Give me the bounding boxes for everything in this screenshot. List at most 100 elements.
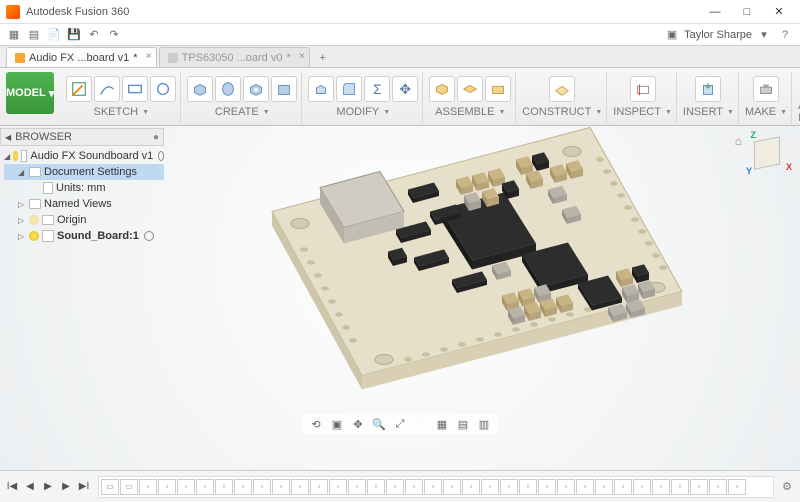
timeline-feature[interactable]: ▫ [614,479,632,495]
timeline-feature[interactable]: ▫ [177,479,195,495]
apps-grid-icon[interactable]: ▦ [6,27,22,43]
joint-button[interactable] [457,76,483,102]
move-button[interactable]: ✥ [392,76,418,102]
display-settings-icon[interactable]: ▦ [433,416,451,432]
timeline-feature[interactable]: ▫ [557,479,575,495]
timeline-settings-icon[interactable]: ⚙ [778,478,796,496]
timeline-feature[interactable]: ▭ [101,479,119,495]
box-button[interactable] [271,76,297,102]
timeline-feature[interactable]: ▫ [234,479,252,495]
tab-close-icon[interactable]: × [299,51,305,62]
timeline-feature[interactable]: ▫ [671,479,689,495]
line-tool-button[interactable] [94,76,120,102]
undo-icon[interactable]: ↶ [86,27,102,43]
radio-icon[interactable] [144,231,154,241]
timeline-feature[interactable]: ▫ [500,479,518,495]
user-menu-chevron[interactable]: ▾ [756,27,772,43]
document-tab-active[interactable]: Audio FX ...board v1* × [6,47,157,67]
zoom-icon[interactable]: 🔍 [370,416,388,432]
insert-button[interactable] [695,76,721,102]
timeline-feature[interactable]: ▫ [462,479,480,495]
timeline-feature[interactable]: ▫ [272,479,290,495]
revolve-button[interactable] [215,76,241,102]
help-icon[interactable]: ? [776,29,794,41]
extrude-button[interactable] [187,76,213,102]
timeline-feature[interactable]: ▫ [652,479,670,495]
timeline-feature[interactable]: ▫ [158,479,176,495]
fit-icon[interactable]: ⤢ [391,416,409,432]
browser-header[interactable]: ◀ BROWSER ● [0,128,164,146]
home-view-icon[interactable]: ⌂ [735,134,742,148]
tab-close-icon[interactable]: × [146,51,152,62]
rectangle-tool-button[interactable] [122,76,148,102]
press-pull-button[interactable] [308,76,334,102]
view-cube[interactable]: Z X Y [746,132,790,176]
timeline-feature[interactable]: ▫ [196,479,214,495]
window-maximize-button[interactable]: □ [732,1,762,23]
circle-tool-button[interactable] [150,76,176,102]
orbit-icon[interactable]: ⟲ [307,416,325,432]
workspace-switcher[interactable]: MODEL▾ [6,72,54,114]
timeline-feature[interactable]: ▫ [291,479,309,495]
timeline-feature[interactable]: ▫ [538,479,556,495]
measure-button[interactable]: Σ [364,76,390,102]
timeline-feature[interactable]: ▫ [215,479,233,495]
viewport-layout-icon[interactable]: ▥ [475,416,493,432]
inspect-button[interactable] [630,76,656,102]
construct-plane-button[interactable] [549,76,575,102]
timeline-feature[interactable]: ▫ [595,479,613,495]
timeline-feature[interactable]: ▫ [690,479,708,495]
pan-icon[interactable]: ✥ [349,416,367,432]
timeline-feature[interactable]: ▫ [386,479,404,495]
make-button[interactable] [753,76,779,102]
redo-icon[interactable]: ↷ [106,27,122,43]
timeline-feature[interactable]: ▫ [481,479,499,495]
grid-settings-icon[interactable]: ▤ [454,416,472,432]
timeline-feature[interactable]: ▫ [367,479,385,495]
timeline-back-button[interactable]: ◀ [22,479,38,495]
new-component-button[interactable] [429,76,455,102]
look-at-icon[interactable]: ▣ [328,416,346,432]
timeline-feature[interactable]: ▫ [576,479,594,495]
timeline-strip[interactable]: ▭▭▫▫▫▫▫▫▫▫▫▫▫▫▫▫▫▫▫▫▫▫▫▫▫▫▫▫▫▫▫▫▫▫ [98,476,774,498]
window-minimize-button[interactable]: — [700,1,730,23]
timeline-fwd-button[interactable]: ▶ [58,479,74,495]
timeline-start-button[interactable]: I◀ [4,479,20,495]
timeline-feature[interactable]: ▫ [329,479,347,495]
timeline-feature[interactable]: ▫ [709,479,727,495]
tree-named-views[interactable]: ▷ Named Views [4,196,164,212]
fillet-button[interactable] [336,76,362,102]
file-menu-icon[interactable]: 📄 [46,27,62,43]
ribbon-group-construct: CONSTRUCT▼ [518,72,607,124]
as-built-joint-button[interactable] [485,76,511,102]
timeline-feature[interactable]: ▫ [253,479,271,495]
data-panel-icon[interactable]: ▤ [26,27,42,43]
ribbon-toolbar: MODEL▾ SKETCH▼ CREATE▼ Σ ✥ MODIFY▼ [0,68,800,126]
save-icon[interactable]: 💾 [66,27,82,43]
timeline-feature[interactable]: ▫ [633,479,651,495]
timeline-feature[interactable]: ▫ [728,479,746,495]
tree-document-settings[interactable]: ◢ Document Settings [4,164,164,180]
hole-button[interactable] [243,76,269,102]
timeline-feature[interactable]: ▫ [443,479,461,495]
radio-icon[interactable] [158,151,164,161]
timeline-feature[interactable]: ▫ [405,479,423,495]
timeline-play-button[interactable]: ▶ [40,479,56,495]
timeline-feature[interactable]: ▫ [519,479,537,495]
timeline-end-button[interactable]: ▶I [76,479,92,495]
timeline-feature[interactable]: ▭ [120,479,138,495]
tree-origin[interactable]: ▷ Origin [4,212,164,228]
timeline-feature[interactable]: ▫ [310,479,328,495]
document-tab-inactive[interactable]: TPS63050 ...oard v0* × [159,47,310,67]
timeline-feature[interactable]: ▫ [424,479,442,495]
timeline-feature[interactable]: ▫ [348,479,366,495]
new-sketch-button[interactable] [66,76,92,102]
user-name[interactable]: Taylor Sharpe [684,29,752,41]
tree-root[interactable]: ◢ Audio FX Soundboard v1 [4,148,164,164]
new-tab-button[interactable]: + [314,49,332,67]
tree-units[interactable]: ▸ Units: mm [4,180,164,196]
extensions-icon[interactable]: ▣ [664,27,680,43]
timeline-feature[interactable]: ▫ [139,479,157,495]
window-close-button[interactable]: ✕ [764,1,794,23]
tree-component[interactable]: ▷ Sound_Board:1 [4,228,164,244]
